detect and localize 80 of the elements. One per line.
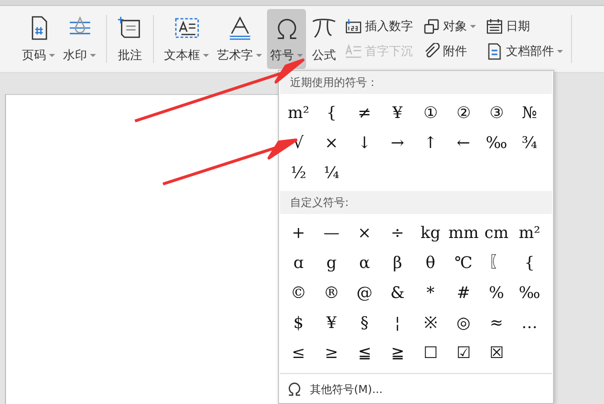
symbol-item[interactable]: ℃ [448,247,479,277]
symbol-item[interactable]: { [316,97,347,127]
symbol-item[interactable]: @ [349,277,380,307]
toolbar-button[interactable]: 水印 [60,9,99,69]
symbol-item[interactable]: ɑ [283,247,314,277]
toolbar-button[interactable]: 文本框 [161,9,212,69]
symbol-item[interactable]: * [415,277,446,307]
symbol-item[interactable]: → [382,127,413,157]
symbol-item[interactable]: ② [448,97,479,127]
omega-icon [287,382,302,397]
toolbar-button[interactable]: 对象 [421,17,478,36]
symbol-item[interactable]: ☑ [448,337,479,367]
toolbar-button[interactable]: 插入数字 [343,17,415,36]
symbol-item[interactable]: ① [415,97,446,127]
symbol-item[interactable]: ÷ [382,217,413,247]
more-symbols-item[interactable]: 其他符号(M)... [279,376,391,403]
symbol-item[interactable]: g [316,247,347,277]
symbol-item[interactable]: & [382,277,413,307]
symbol-item[interactable]: ◎ [448,307,479,337]
symbol-item[interactable]: % [481,277,512,307]
symbol-item[interactable]: cm [481,217,512,247]
number-icon [345,18,362,35]
symbol-item[interactable]: ≈ [481,307,512,337]
paperclip-icon [423,43,440,60]
symbol-item[interactable]: ③ [481,97,512,127]
symbol-item[interactable]: ☒ [481,337,512,367]
symbol-item[interactable]: ® [316,277,347,307]
toolbar-button[interactable]: 页码 [19,9,58,69]
symbol-item[interactable]: 〖 [481,247,512,277]
symbol-item[interactable]: ¥ [316,307,347,337]
document-icon [486,43,503,60]
symbol-item[interactable]: ¥ [382,97,413,127]
symbol-item[interactable]: m² [283,97,314,127]
symbol-item[interactable]: ≤ [283,337,314,367]
symbol-item[interactable]: ≥ [316,337,347,367]
toolbar-button[interactable]: 符号 [267,9,306,69]
symbol-item[interactable]: mm [448,217,479,247]
symbol-item[interactable]: № [514,97,545,127]
symbol-item[interactable]: … [514,307,545,337]
symbol-item[interactable]: ← [448,127,479,157]
toolbar-button[interactable]: 批注 [114,9,146,69]
symbol-item[interactable]: $ [283,307,314,337]
comment-icon [117,15,143,41]
symbol-item[interactable]: ¼ [316,157,347,187]
symbol-item[interactable]: — [316,217,347,247]
symbol-item[interactable]: ≧ [382,337,413,367]
symbol-item[interactable]: # [448,277,479,307]
symbol-item[interactable]: ☐ [415,337,446,367]
symbol-item[interactable]: ※ [415,307,446,337]
symbol-item[interactable]: + [283,217,314,247]
symbol-item[interactable]: © [283,277,314,307]
symbol-item[interactable]: α [349,247,380,277]
symbol-item[interactable]: β [382,247,413,277]
symbol-item[interactable]: kg [415,217,446,247]
section-header: 近期使用的符号： [280,71,552,94]
symbol-item[interactable]: × [316,127,347,157]
symbol-item[interactable]: × [349,217,380,247]
symbol-item[interactable]: ¦ [382,307,413,337]
symbol-item[interactable]: ↑ [415,127,446,157]
symbol-item[interactable]: ↓ [349,127,380,157]
calendar-icon [486,18,503,35]
section-header: 自定义符号: [280,191,552,214]
toolbar-button[interactable]: 附件 [421,42,478,61]
symbol-item[interactable]: { [514,247,545,277]
symbol-item[interactable]: ‰ [514,277,545,307]
symbol-item[interactable]: ≦ [349,337,380,367]
text-box-icon [174,15,200,41]
symbol-item[interactable]: ≠ [349,97,380,127]
toolbar-button[interactable]: 艺术字 [214,9,265,69]
toolbar-button[interactable]: 日期 [484,17,565,36]
toolbar-button[interactable]: 文档部件 [484,42,565,61]
symbol-item[interactable]: ‰ [481,127,512,157]
symbol-item[interactable]: ½ [283,157,314,187]
toolbar-button[interactable]: 公式 [308,9,340,69]
symbol-item[interactable]: m² [514,217,545,247]
symbol-item[interactable]: ¾ [514,127,545,157]
drop-cap-icon [345,43,362,60]
symbol-item[interactable]: θ [415,247,446,277]
object-icon [423,18,440,35]
symbol-item[interactable]: § [349,307,380,337]
